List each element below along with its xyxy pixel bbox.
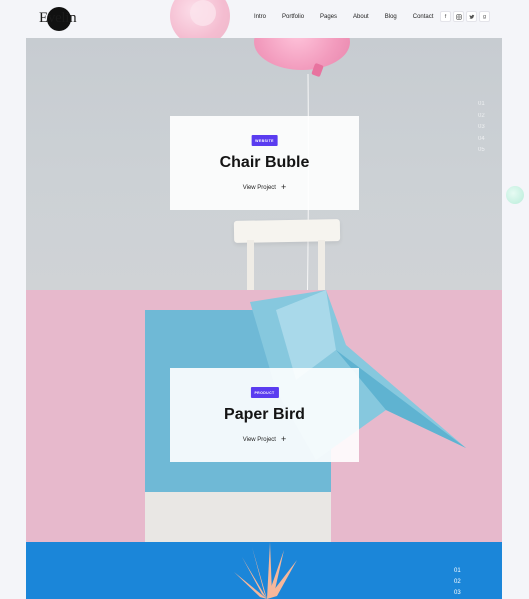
plant-image [234, 542, 297, 599]
category-tag: PRODUCT [250, 387, 279, 398]
google-plus-icon[interactable]: g [479, 11, 490, 22]
chair-leg [318, 240, 325, 290]
nav-item-pages[interactable]: Pages [320, 14, 337, 20]
nav-item-about[interactable]: About [353, 14, 369, 20]
project-slide-chair[interactable]: 01 02 03 04 05 WEBSITE Chair Buble View … [26, 38, 502, 290]
chair-leg [247, 240, 254, 290]
slide-number[interactable]: 01 [454, 568, 461, 574]
slide-number[interactable]: 03 [454, 590, 461, 596]
slide-number[interactable]: 05 [478, 147, 485, 153]
main-nav: Intro Portfolio Pages About Blog Contact [254, 14, 449, 20]
logo-text: Evelin [39, 10, 77, 26]
view-project-link[interactable]: View Project + [170, 434, 359, 444]
white-paper-image [145, 492, 331, 542]
nav-item-blog[interactable]: Blog [385, 14, 397, 20]
social-links: f g [440, 11, 490, 22]
nav-item-portfolio[interactable]: Portfolio [282, 14, 304, 20]
project-title: Paper Bird [224, 406, 305, 423]
slide-indicator: 01 02 03 [454, 568, 461, 596]
view-project-label: View Project [242, 437, 276, 443]
nav-item-contact[interactable]: Contact [413, 14, 434, 20]
plus-icon: + [280, 434, 287, 444]
project-title: Chair Buble [219, 154, 310, 171]
slide-indicator: 01 02 03 04 05 [478, 101, 485, 153]
slide-number[interactable]: 04 [478, 136, 485, 142]
nav-item-intro[interactable]: Intro [254, 14, 266, 20]
view-project-label: View Project [242, 185, 276, 191]
twitter-icon[interactable] [466, 11, 477, 22]
site-header: Evelin Intro Portfolio Pages About Blog … [0, 0, 529, 46]
project-card: PRODUCT Paper Bird View Project + [170, 368, 359, 462]
facebook-icon[interactable]: f [440, 11, 451, 22]
view-project-link[interactable]: View Project + [170, 182, 359, 192]
instagram-icon[interactable] [453, 11, 464, 22]
slide-number[interactable]: 02 [454, 579, 461, 585]
slide-number[interactable]: 01 [478, 101, 485, 107]
site-logo[interactable]: Evelin [36, 6, 80, 32]
project-slide-plant[interactable]: 01 02 03 [26, 542, 502, 599]
plus-icon: + [280, 182, 287, 192]
project-slide-paper-bird[interactable]: PRODUCT Paper Bird View Project + [26, 290, 502, 542]
background-balloon-small [190, 0, 216, 26]
category-tag: WEBSITE [251, 135, 278, 146]
project-card: WEBSITE Chair Buble View Project + [170, 116, 359, 210]
slide-number[interactable]: 03 [478, 124, 485, 130]
balloon-image [254, 38, 350, 70]
decorative-circle [506, 186, 524, 204]
slide-number[interactable]: 02 [478, 113, 485, 119]
